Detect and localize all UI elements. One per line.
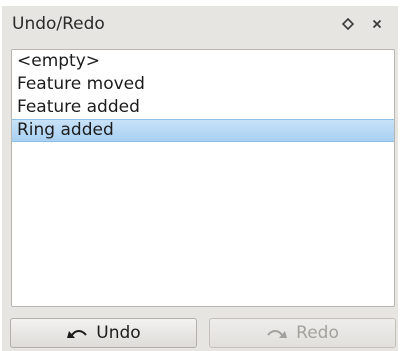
history-item-selected[interactable]: Ring added [12,119,394,142]
undo-button[interactable]: Undo [10,318,197,348]
undo-label: Undo [96,323,141,343]
redo-button[interactable]: Redo [209,318,396,348]
float-diamond-icon[interactable] [340,16,356,32]
history-item[interactable]: <empty> [12,50,394,73]
history-list[interactable]: <empty> Feature moved Feature added Ring… [11,49,395,307]
undo-arrow-icon [66,326,88,340]
close-icon[interactable] [369,16,385,32]
redo-label: Redo [296,323,339,343]
history-item[interactable]: Feature added [12,96,394,119]
undo-redo-panel: Undo/Redo <empty> Feature moved Feature … [2,6,398,351]
panel-title: Undo/Redo [12,14,105,34]
history-item[interactable]: Feature moved [12,73,394,96]
redo-arrow-icon [266,326,288,340]
panel-titlebar[interactable]: Undo/Redo [2,6,398,42]
